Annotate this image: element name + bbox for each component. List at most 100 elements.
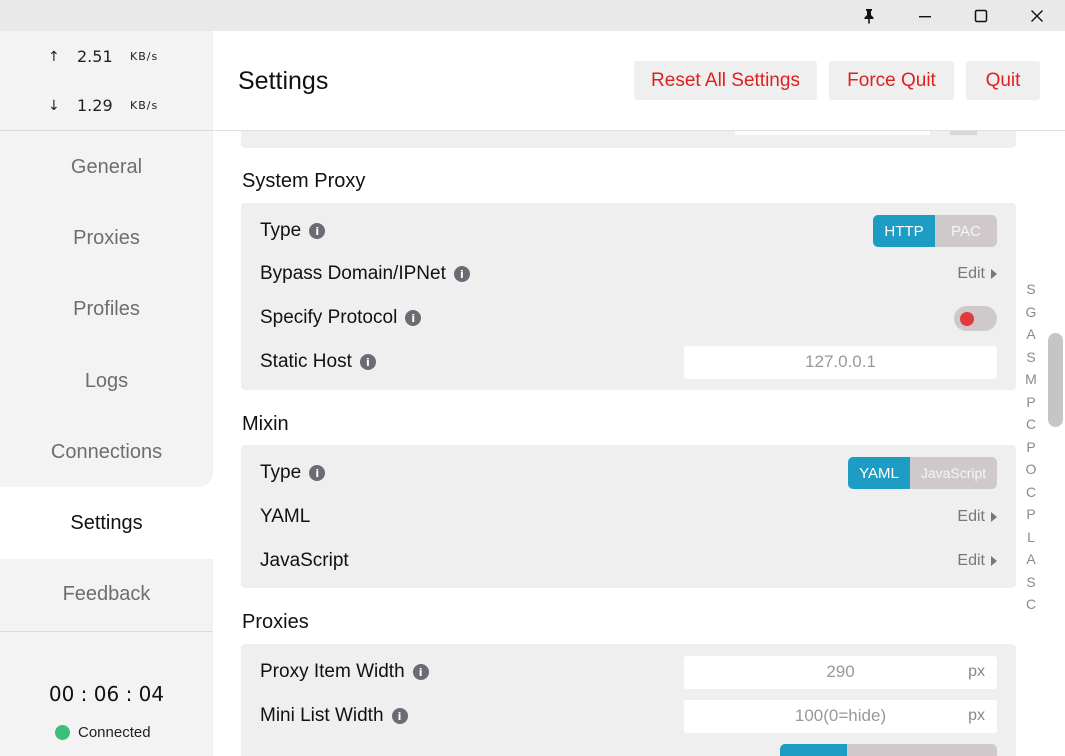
close-icon[interactable] — [1009, 0, 1065, 31]
traffic-monitor: ↑ 2.51 KB/s ↓ 1.29 KB/s — [0, 31, 213, 131]
mini-list-width-label: Mini List Width — [260, 705, 384, 726]
mixin-type-yaml[interactable]: YAML — [848, 457, 910, 489]
page-header: Settings Reset All Settings Force Quit Q… — [213, 31, 1065, 131]
proxy-item-width-row: Proxy Item Width i 290 px — [260, 655, 997, 689]
index-letter[interactable]: P — [1024, 391, 1038, 414]
mixin-yaml-label: YAML — [260, 506, 311, 527]
static-host-control: 127.0.0.1 — [684, 345, 997, 379]
sidebar-item-feedback[interactable]: Feedback — [0, 559, 213, 629]
system-proxy-type-http[interactable]: HTTP — [873, 215, 935, 247]
previous-toggle-edge — [950, 131, 977, 135]
upload-speed: ↑ 2.51 KB/s — [48, 47, 158, 66]
mixin-javascript-row: JavaScript Edit — [260, 546, 997, 576]
force-quit-button[interactable]: Force Quit — [829, 61, 954, 100]
index-letter[interactable]: C — [1024, 481, 1038, 504]
sidebar-item-profiles[interactable]: Profiles — [0, 274, 213, 344]
mini-list-width-input[interactable]: 100(0=hide) px — [684, 699, 997, 733]
sidebar-item-settings[interactable]: Settings — [0, 488, 213, 558]
quit-button[interactable]: Quit — [966, 61, 1040, 100]
order-option-3[interactable] — [915, 744, 997, 756]
mixin-yaml-edit-label: Edit — [957, 508, 985, 525]
toggle-knob — [960, 311, 974, 326]
info-icon[interactable]: i — [359, 354, 376, 370]
info-icon[interactable]: i — [309, 465, 326, 481]
index-letter[interactable]: C — [1024, 413, 1038, 436]
upload-value: 2.51 — [77, 47, 113, 66]
mini-list-width-value: 100(0=hide) — [794, 706, 887, 725]
proxy-item-width-input[interactable]: 290 px — [684, 655, 997, 689]
index-letter[interactable]: S — [1024, 571, 1038, 594]
settings-content[interactable]: System Proxy Type i HTTP PAC Bypass Doma… — [213, 131, 1065, 756]
mixin-yaml-control: Edit — [957, 508, 997, 526]
proxy-item-width-unit: px — [968, 663, 985, 680]
index-letter[interactable]: M — [1024, 368, 1038, 391]
mixin-type-row: Type i YAML JavaScript — [260, 457, 997, 489]
index-letter[interactable]: O — [1024, 458, 1038, 481]
connection-status-area: 00 : 06 : 04 Connected — [0, 631, 213, 756]
info-icon[interactable]: i — [405, 310, 422, 326]
index-letter[interactable]: S — [1024, 278, 1038, 301]
index-letter[interactable]: A — [1024, 548, 1038, 571]
mixin-type-label: Type — [260, 462, 302, 483]
title-bar — [0, 0, 1065, 31]
mini-list-width-row: Mini List Width i 100(0=hide) px — [260, 699, 997, 733]
bypass-edit-label: Edit — [957, 265, 985, 282]
proxy-item-width-label-wrap: Proxy Item Width i — [260, 661, 429, 683]
bypass-edit-button[interactable]: Edit — [957, 265, 997, 283]
mixin-type-javascript[interactable]: JavaScript — [910, 457, 997, 489]
specify-protocol-label: Specify Protocol — [260, 307, 398, 328]
scrollbar-thumb[interactable] — [1048, 333, 1063, 427]
sidebar-item-connections[interactable]: Connections — [0, 417, 213, 487]
static-host-input[interactable]: 127.0.0.1 — [684, 345, 997, 379]
sidebar-item-proxies[interactable]: Proxies — [0, 203, 213, 273]
proxy-item-width-value: 290 — [826, 662, 855, 681]
download-speed: ↓ 1.29 KB/s — [48, 96, 158, 115]
previous-section-panel — [241, 131, 1016, 148]
info-icon[interactable]: i — [453, 266, 470, 282]
minimize-icon[interactable] — [897, 0, 953, 31]
section-title-system-proxy: System Proxy — [242, 170, 366, 192]
index-letter[interactable]: G — [1024, 301, 1038, 324]
reset-all-settings-button[interactable]: Reset All Settings — [634, 61, 817, 100]
system-proxy-type-row: Type i HTTP PAC — [260, 215, 997, 247]
index-letter[interactable]: L — [1024, 526, 1038, 549]
mixin-type-control: YAML JavaScript — [848, 457, 997, 489]
index-letter[interactable]: A — [1024, 323, 1038, 346]
info-icon[interactable]: i — [391, 708, 408, 724]
sidebar-item-general[interactable]: General — [0, 132, 213, 202]
index-letter[interactable]: C — [1024, 593, 1038, 616]
proxies-panel: Proxy Item Width i 290 px Mini List Widt… — [241, 644, 1016, 756]
proxy-item-width-label: Proxy Item Width — [260, 661, 405, 682]
bypass-row: Bypass Domain/IPNet i Edit — [260, 259, 997, 289]
section-index: S G A S M P C P O C P L A S C — [1024, 278, 1038, 616]
info-icon[interactable]: i — [412, 664, 429, 680]
mini-list-width-control: 100(0=hide) px — [684, 699, 997, 733]
mixin-type-label-wrap: Type i — [260, 462, 326, 484]
order-row-partial — [260, 744, 997, 756]
specify-protocol-toggle[interactable] — [954, 305, 997, 331]
pin-icon[interactable] — [841, 0, 897, 31]
order-option-1[interactable] — [780, 744, 847, 756]
system-proxy-type-pac[interactable]: PAC — [935, 215, 997, 247]
mixin-javascript-control: Edit — [957, 552, 997, 570]
specify-protocol-label-wrap: Specify Protocol i — [260, 307, 422, 329]
section-title-mixin: Mixin — [242, 413, 289, 435]
mixin-javascript-edit-button[interactable]: Edit — [957, 552, 997, 570]
uptime-timer: 00 : 06 : 04 — [48, 682, 165, 706]
order-option-2[interactable] — [847, 744, 915, 756]
info-icon[interactable]: i — [309, 223, 326, 239]
maximize-icon[interactable] — [953, 0, 1009, 31]
bypass-label: Bypass Domain/IPNet — [260, 263, 446, 284]
connection-status: Connected — [55, 724, 151, 741]
index-letter[interactable]: S — [1024, 346, 1038, 369]
index-letter[interactable]: P — [1024, 436, 1038, 459]
system-proxy-type-label-wrap: Type i — [260, 220, 326, 242]
sidebar-item-logs[interactable]: Logs — [0, 346, 213, 416]
bypass-label-wrap: Bypass Domain/IPNet i — [260, 263, 470, 285]
caret-right-icon — [991, 512, 997, 522]
specify-protocol-row: Specify Protocol i — [260, 303, 997, 333]
mixin-type-segmented: YAML JavaScript — [848, 457, 997, 489]
index-letter[interactable]: P — [1024, 503, 1038, 526]
system-proxy-type-label: Type — [260, 220, 302, 241]
mixin-yaml-edit-button[interactable]: Edit — [957, 508, 997, 526]
